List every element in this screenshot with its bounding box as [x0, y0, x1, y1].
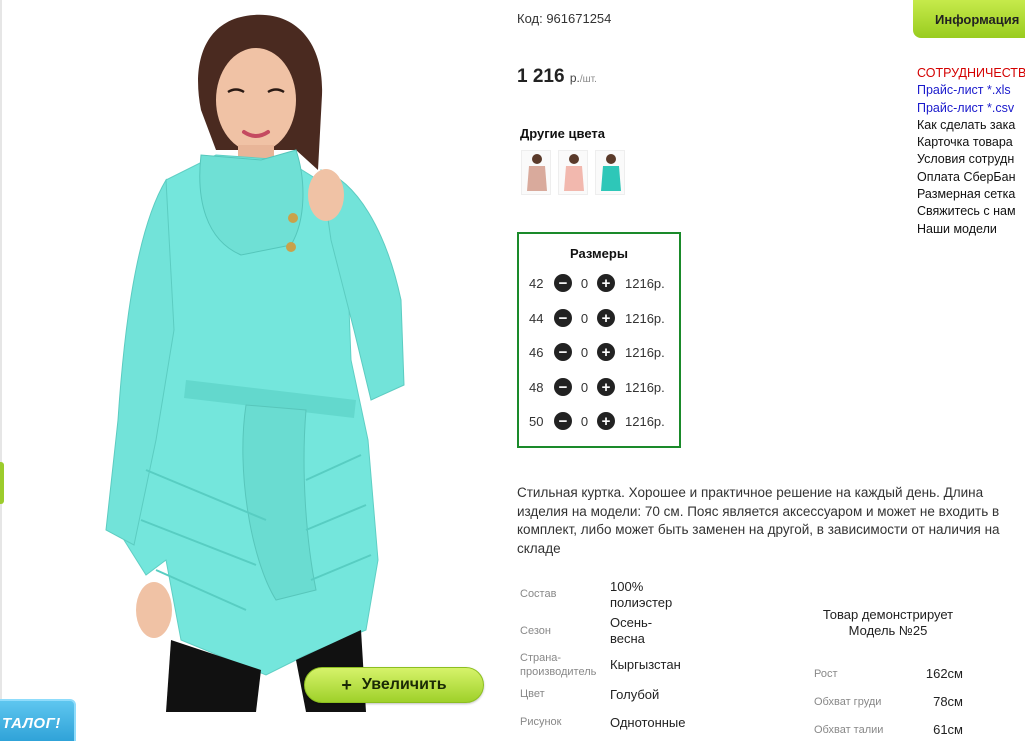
spec-label-pattern: Рисунок: [520, 716, 562, 728]
product-price: 1 216 р./шт.: [517, 66, 597, 88]
zoom-label: Увеличить: [361, 676, 447, 693]
sidebar-link-terms[interactable]: Условия сотрудн: [917, 151, 1025, 168]
size-quantity[interactable]: 0: [572, 311, 597, 326]
model-illustration: [105, 14, 405, 712]
plus-icon[interactable]: +: [597, 309, 615, 327]
sidebar-link-size-chart[interactable]: Размерная сетка: [917, 186, 1025, 203]
size-quantity[interactable]: 0: [572, 276, 597, 291]
plus-icon: +: [341, 674, 352, 695]
plus-icon[interactable]: +: [597, 274, 615, 292]
plus-icon[interactable]: +: [597, 412, 615, 430]
color-swatches: [521, 150, 625, 195]
sidebar-link-our-models[interactable]: Наши модели: [917, 221, 1025, 238]
price-currency: р.: [569, 71, 580, 85]
product-description: Стильная куртка. Хорошее и практичное ре…: [517, 485, 1000, 556]
size-price: 1216р.: [625, 379, 665, 395]
spec-label-color: Цвет: [520, 688, 545, 700]
spec-value-composition: 100% полиэстер: [610, 579, 673, 610]
plus-icon[interactable]: +: [597, 343, 615, 361]
size-quantity[interactable]: 0: [572, 345, 597, 360]
spec-value-country: Кыргызстан: [610, 657, 681, 672]
size-label: 42: [529, 275, 544, 291]
product-photo[interactable]: [6, 0, 494, 712]
size-row-48: 48 − 0 + 1216р.: [529, 376, 665, 398]
model-value-height: 162см: [925, 666, 963, 681]
size-row-50: 50 − 0 + 1216р.: [529, 410, 665, 432]
model-label-chest: Обхват груди: [814, 696, 882, 708]
size-row-44: 44 − 0 + 1216р.: [529, 307, 665, 329]
minus-icon[interactable]: −: [554, 309, 572, 327]
size-price: 1216р.: [625, 310, 665, 326]
sidebar-links: СОТРУДНИЧЕСТВ Прайс-лист *.xls Прайс-лис…: [917, 65, 1025, 238]
spec-value-season: Осень-весна: [610, 615, 653, 646]
sidebar-link-sberbank-payment[interactable]: Оплата СберБан: [917, 169, 1025, 186]
spec-value-pattern: Однотонные: [610, 715, 686, 730]
color-swatch-pink[interactable]: [558, 150, 588, 195]
size-row-46: 46 − 0 + 1216р.: [529, 341, 665, 363]
minus-icon[interactable]: −: [554, 378, 572, 396]
product-code: Код: 961671254: [517, 11, 612, 26]
sidebar-link-how-to-order[interactable]: Как сделать зака: [917, 117, 1025, 134]
sidebar-link-price-csv[interactable]: Прайс-лист *.csv: [917, 100, 1025, 117]
spec-label-season: Сезон: [520, 625, 551, 637]
sizes-panel: Размеры 42 − 0 + 1216р. 44 − 0 + 1216р. …: [517, 232, 681, 448]
sidebar-link-cooperation[interactable]: СОТРУДНИЧЕСТВ: [917, 65, 1025, 82]
catalog-badge[interactable]: ТАЛОГ!: [0, 699, 76, 741]
model-title: Товар демонстрирует Модель №25: [822, 607, 954, 638]
swatch-thumbnail: [527, 154, 547, 191]
size-label: 46: [529, 344, 544, 360]
model-value-waist: 61см: [933, 722, 963, 737]
size-quantity[interactable]: 0: [572, 414, 597, 429]
minus-icon[interactable]: −: [554, 274, 572, 292]
price-value: 1 216: [517, 66, 565, 87]
sidebar-link-contact[interactable]: Свяжитесь с нам: [917, 203, 1025, 220]
left-side-tab[interactable]: [0, 462, 4, 504]
other-colors-title: Другие цвета: [520, 126, 605, 141]
tab-information[interactable]: Информация: [913, 0, 1025, 38]
swatch-thumbnail: [601, 154, 621, 191]
swatch-thumbnail: [564, 154, 584, 191]
minus-icon[interactable]: −: [554, 412, 572, 430]
page-left-border: [0, 0, 2, 741]
size-label: 44: [529, 310, 544, 326]
sidebar-link-price-xls[interactable]: Прайс-лист *.xls: [917, 82, 1025, 99]
price-per-unit: /шт.: [579, 74, 597, 85]
minus-icon[interactable]: −: [554, 343, 572, 361]
size-price: 1216р.: [625, 275, 665, 291]
model-value-chest: 78см: [933, 694, 963, 709]
color-swatch-turquoise[interactable]: [595, 150, 625, 195]
size-quantity[interactable]: 0: [572, 380, 597, 395]
model-label-height: Рост: [814, 668, 838, 680]
plus-icon[interactable]: +: [597, 378, 615, 396]
size-price: 1216р.: [625, 344, 665, 360]
spec-label-composition: Состав: [520, 588, 557, 600]
zoom-button[interactable]: + Увеличить: [304, 667, 484, 703]
spec-value-color: Голубой: [610, 687, 660, 702]
color-swatch-beige[interactable]: [521, 150, 551, 195]
size-label: 50: [529, 413, 544, 429]
size-price: 1216р.: [625, 413, 665, 429]
model-label-waist: Обхват талии: [814, 724, 884, 736]
size-label: 48: [529, 379, 544, 395]
sizes-title: Размеры: [570, 246, 628, 261]
spec-label-country: Страна-производитель: [520, 652, 597, 678]
sidebar-link-product-card[interactable]: Карточка товара: [917, 134, 1025, 151]
size-row-42: 42 − 0 + 1216р.: [529, 272, 665, 294]
